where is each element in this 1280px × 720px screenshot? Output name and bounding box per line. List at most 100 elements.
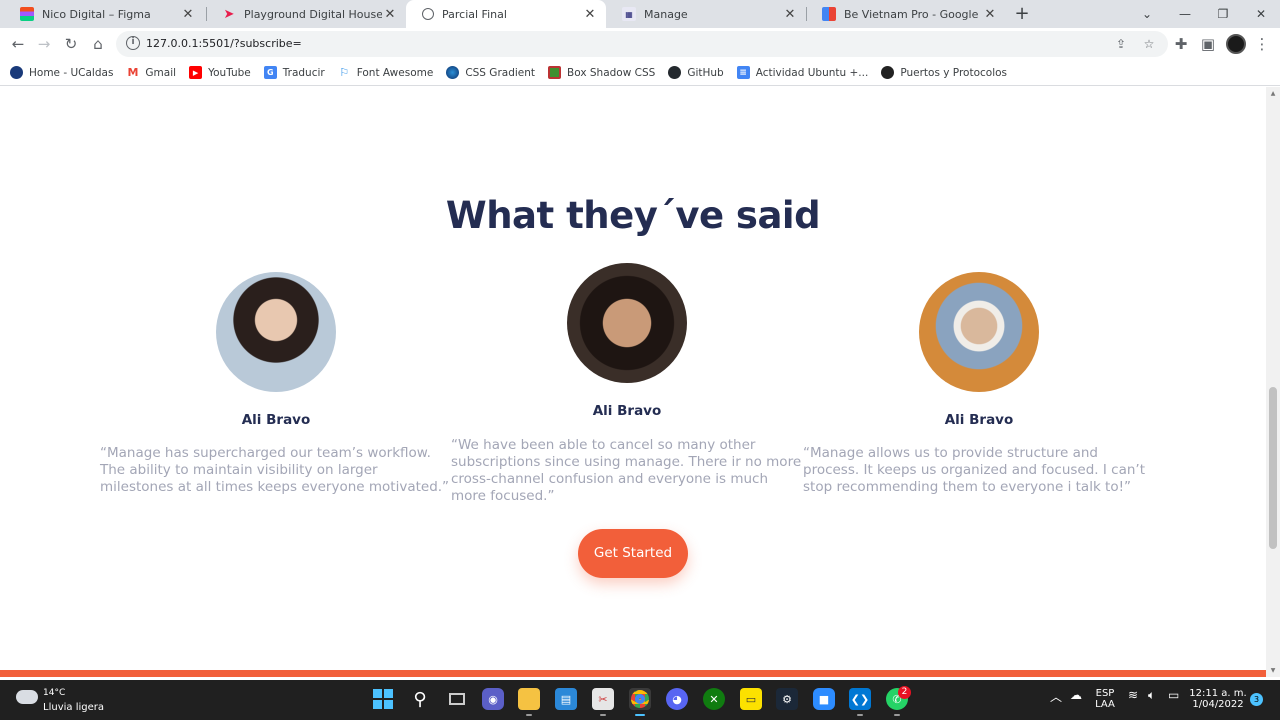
tab-search-icon[interactable]: ⌄ bbox=[1128, 0, 1166, 28]
task-view-icon[interactable] bbox=[446, 688, 468, 710]
forward-button[interactable]: → bbox=[32, 32, 56, 56]
address-bar[interactable]: i 127.0.0.1:5501/?subscribe= ⇪ ☆ bbox=[116, 31, 1168, 57]
reload-button[interactable]: ↻ bbox=[59, 32, 83, 56]
tab-figma[interactable]: Nico Digital – Figma ✕ bbox=[4, 0, 204, 28]
language-indicator[interactable]: ESP LAA bbox=[1092, 688, 1118, 710]
steam-icon[interactable]: ⚙ bbox=[776, 688, 798, 710]
dh-icon: ➤ bbox=[223, 6, 235, 22]
vscode-icon[interactable]: ❮❯ bbox=[849, 688, 871, 716]
cloud-rain-icon bbox=[16, 690, 38, 704]
chrome-icon[interactable] bbox=[629, 688, 651, 716]
tab-title: Be Vietnam Pro - Google Fonts bbox=[844, 7, 982, 21]
testimonial-avatar bbox=[216, 272, 336, 392]
bookmark-label: Puertos y Protocolos bbox=[900, 66, 1008, 79]
site-info-icon[interactable]: i bbox=[126, 36, 140, 50]
tab-parcial-final[interactable]: Parcial Final ✕ bbox=[406, 0, 606, 28]
tab-title: Playground Digital House bbox=[244, 7, 382, 21]
testimonial-name: Ali Bravo bbox=[592, 403, 662, 419]
extensions-icon[interactable]: ✚ bbox=[1169, 32, 1193, 56]
language-bottom: LAA bbox=[1095, 699, 1115, 710]
tab-playground[interactable]: ➤ Playground Digital House ✕ bbox=[206, 0, 406, 28]
bookmarks-bar: Home - UCaldas M Gmail ▶ YouTube G Traducir… bbox=[0, 60, 1280, 86]
bookmark-label: GitHub bbox=[687, 66, 724, 79]
tab-google-fonts[interactable]: Be Vietnam Pro - Google Fonts ✕ bbox=[806, 0, 1006, 28]
notification-badge[interactable]: 3 bbox=[1250, 693, 1263, 706]
google-fonts-icon bbox=[822, 7, 836, 21]
figma-icon bbox=[20, 7, 34, 21]
close-tab-icon[interactable]: ✕ bbox=[782, 7, 798, 22]
running-indicator bbox=[526, 714, 532, 716]
testimonial-avatar bbox=[567, 263, 687, 383]
url-text[interactable]: 127.0.0.1:5501/?subscribe= bbox=[146, 37, 302, 50]
xbox-icon[interactable]: ✕ bbox=[703, 688, 725, 710]
sticky-notes-icon[interactable]: ▭ bbox=[740, 688, 762, 710]
get-started-button[interactable]: Get Started bbox=[578, 529, 688, 578]
discord-icon[interactable]: ◕ bbox=[666, 688, 688, 710]
bookmark-font-awesome[interactable]: ⚐ Font Awesome bbox=[337, 66, 434, 79]
bookmark-box-shadow[interactable]: Box Shadow CSS bbox=[548, 66, 655, 79]
bookmark-gmail[interactable]: M Gmail bbox=[126, 66, 176, 79]
bookmark-actividad-ubuntu[interactable]: ≡ Actividad Ubuntu +... bbox=[736, 66, 869, 79]
ucaldas-icon bbox=[10, 66, 23, 79]
snipping-tool-icon[interactable]: ✂ bbox=[592, 688, 614, 716]
testimonial-quote: “Manage allows us to provide structure a… bbox=[803, 445, 1146, 495]
tab-title: Nico Digital – Figma bbox=[42, 7, 151, 21]
wifi-icon[interactable]: ≋ bbox=[1128, 688, 1138, 702]
home-button[interactable]: ⌂ bbox=[86, 32, 110, 56]
maximize-button[interactable]: ❐ bbox=[1204, 0, 1242, 28]
bookmark-youtube[interactable]: ▶ YouTube bbox=[189, 66, 251, 79]
chevron-up-icon[interactable]: ︿ bbox=[1050, 688, 1062, 705]
scroll-up-icon[interactable]: ▲ bbox=[1269, 90, 1277, 97]
bookmark-css-gradient[interactable]: CSS Gradient bbox=[446, 66, 535, 79]
back-button[interactable]: ← bbox=[6, 32, 30, 56]
page-scrollbar[interactable]: ▲ ▼ bbox=[1266, 87, 1280, 677]
weather-temp: 14°C bbox=[43, 688, 66, 698]
close-tab-icon[interactable]: ✕ bbox=[582, 7, 598, 22]
side-panel-icon[interactable]: ▣ bbox=[1196, 32, 1220, 56]
clock-date: 1/04/2022 bbox=[1192, 699, 1244, 710]
bookmark-star-icon[interactable]: ☆ bbox=[1140, 35, 1158, 53]
scroll-down-icon[interactable]: ▼ bbox=[1269, 667, 1277, 674]
running-indicator bbox=[600, 714, 606, 716]
close-tab-icon[interactable]: ✕ bbox=[180, 7, 196, 22]
bookmark-traducir[interactable]: G Traducir bbox=[263, 66, 325, 79]
bookmark-label: Actividad Ubuntu +... bbox=[755, 66, 869, 79]
minimize-button[interactable]: — bbox=[1166, 0, 1204, 28]
globe-icon bbox=[422, 8, 434, 20]
page-viewport: What they´ve said Ali Bravo “Manage has … bbox=[0, 87, 1266, 677]
file-explorer-icon[interactable] bbox=[518, 688, 540, 716]
battery-icon[interactable]: ▭ bbox=[1168, 688, 1179, 702]
tab-manage[interactable]: ▦ Manage ✕ bbox=[606, 0, 806, 28]
css-gradient-icon bbox=[446, 66, 460, 79]
bookmark-label: CSS Gradient bbox=[465, 66, 536, 79]
start-icon[interactable] bbox=[372, 688, 394, 710]
testimonial-name: Ali Bravo bbox=[944, 412, 1014, 428]
new-tab-button[interactable]: + bbox=[1012, 4, 1032, 24]
docs-icon: ≡ bbox=[736, 66, 750, 79]
close-window-button[interactable]: ✕ bbox=[1242, 0, 1280, 28]
language-top: ESP bbox=[1095, 688, 1115, 699]
tab-strip: Nico Digital – Figma ✕ ➤ Playground Digi… bbox=[0, 0, 1280, 28]
tab-title: Manage bbox=[644, 7, 688, 21]
clock-time: 12:11 a. m. bbox=[1189, 688, 1247, 699]
volume-icon[interactable]: 🔈︎ bbox=[1148, 688, 1155, 703]
bookmark-label: Box Shadow CSS bbox=[567, 66, 656, 79]
bookmark-github[interactable]: GitHub bbox=[668, 66, 724, 79]
menu-icon[interactable]: ⋮ bbox=[1250, 32, 1274, 56]
bookmark-puertos[interactable]: Puertos y Protocolos bbox=[881, 66, 1007, 79]
bookmark-label: Font Awesome bbox=[356, 66, 434, 79]
bookmark-label: Gmail bbox=[145, 66, 177, 79]
close-tab-icon[interactable]: ✕ bbox=[982, 7, 998, 22]
profile-avatar[interactable] bbox=[1226, 34, 1246, 54]
close-tab-icon[interactable]: ✕ bbox=[382, 7, 398, 22]
github-icon bbox=[668, 66, 682, 79]
store-icon[interactable]: ▤ bbox=[555, 688, 577, 710]
clock[interactable]: 12:11 a. m. 1/04/2022 bbox=[1188, 688, 1248, 710]
zoom-icon[interactable]: ■ bbox=[813, 688, 835, 710]
chat-icon[interactable]: ◉ bbox=[482, 688, 504, 710]
onedrive-icon[interactable]: ☁ bbox=[1070, 688, 1082, 702]
share-icon[interactable]: ⇪ bbox=[1112, 35, 1130, 53]
scrollbar-thumb[interactable] bbox=[1269, 387, 1277, 549]
bookmark-ucaldas[interactable]: Home - UCaldas bbox=[10, 66, 113, 79]
search-icon[interactable]: ⚲ bbox=[409, 688, 431, 710]
